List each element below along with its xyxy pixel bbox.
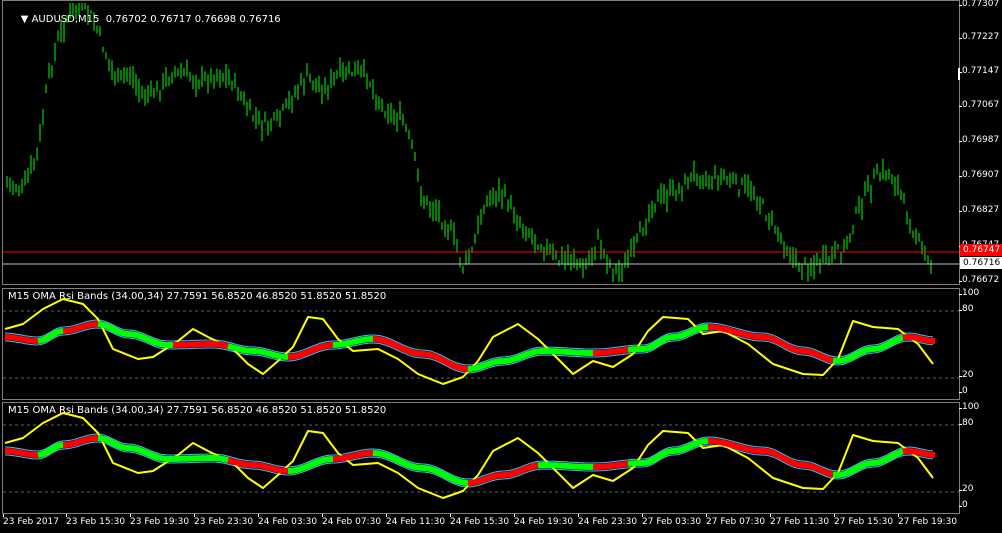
chart-header: ▼ AUDUSD,M15 0.76702 0.76717 0.76698 0.7… [8,3,281,36]
indicator-2-title: M15 OMA Rsi Bands (34.00,34) 27.7591 56.… [8,405,387,416]
time-tick-label: 24 Feb 19:30 [514,514,574,527]
oma-up-segment [832,334,904,365]
oma-down-segment [902,447,936,458]
price-chart-canvas[interactable] [3,1,959,284]
level-tick-label: 20 [958,484,974,494]
indicator-2-canvas[interactable] [3,403,959,513]
indicator-pane-1[interactable]: M15 OMA Rsi Bands (34.00,34) 27.7591 56.… [2,288,960,400]
red-line-price-tag: 0.76747 [960,244,1002,256]
level-tick-label: 80 [958,304,974,314]
price-tick-label: 0.76672 [958,275,1000,285]
oma-down-segment [62,321,99,334]
time-tick-label: 27 Feb 03:30 [642,514,702,527]
price-tick-label: 0.76827 [958,205,1000,215]
dropdown-triangle-icon[interactable]: ▼ [21,14,32,25]
price-tick-label: 0.77227 [958,32,1000,42]
oma-down-segment [593,460,629,470]
oma-up-segment [172,455,229,464]
price-tick-label: 0.77307 [958,0,1000,9]
oma-up-segment [627,438,709,467]
price-tick-label: 0.77067 [958,100,1000,110]
symbol-label: AUDUSD,M15 [31,14,100,25]
oma-up-segment [627,324,709,353]
chart-shift-marker[interactable] [958,68,960,80]
time-tick-label: 23 Feb 15:30 [66,514,126,527]
time-tick-label: 27 Feb 11:30 [770,514,830,527]
price-tick-label: 0.76907 [958,170,1000,180]
indicator-1-axis: 100 80 20 0 [958,288,1002,400]
indicator-1-canvas[interactable] [3,289,959,399]
oma-down-segment [593,346,629,356]
ohlc-values: 0.76702 0.76717 0.76698 0.76716 [105,14,281,25]
time-tick-label: 27 Feb 19:30 [898,514,958,527]
level-tick-label: 0 [959,500,968,510]
oma-down-segment [707,324,834,364]
time-tick-label: 24 Feb 07:30 [322,514,382,527]
oma-up-segment [537,462,593,470]
oma-up-segment [832,448,904,479]
oma-down-segment [4,448,39,458]
time-axis: 23 Feb 2017 23 Feb 15:30 23 Feb 19:30 23 Fe… [0,514,960,533]
level-tick-label: 80 [958,418,974,428]
price-tick-label: 0.77147 [958,66,1000,76]
level-tick-label: 0 [959,386,968,396]
time-tick-label: 23 Feb 19:30 [130,514,190,527]
indicator-2-axis: 100 80 20 0 [958,402,1002,514]
time-tick-label: 24 Feb 03:30 [258,514,318,527]
oma-down-segment [4,334,39,344]
indicator-1-title: M15 OMA Rsi Bands (34.00,34) 27.7591 56.… [8,291,387,302]
oma-down-segment [902,333,936,344]
level-tick-label: 20 [958,370,974,380]
level-tick-label: 100 [958,288,980,298]
time-tick-label: 27 Feb 07:30 [706,514,766,527]
time-tick-label: 23 Feb 2017 [3,514,60,527]
oma-down-segment [172,341,229,350]
level-tick-label: 100 [958,402,980,412]
price-axis: 0.77307 0.77227 0.77147 0.77067 0.76987 0.769… [958,0,1002,285]
time-tick-label: 24 Feb 15:30 [450,514,510,527]
time-tick-label: 24 Feb 11:30 [386,514,446,527]
current-price-tag: 0.76716 [960,257,1002,269]
oma-down-segment [62,435,99,448]
indicator-pane-2[interactable]: M15 OMA Rsi Bands (34.00,34) 27.7591 56.… [2,402,960,514]
price-tick-label: 0.76987 [958,135,1000,145]
price-chart-pane[interactable]: ▼ AUDUSD,M15 0.76702 0.76717 0.76698 0.7… [2,0,960,285]
oma-down-segment [707,438,834,478]
time-tick-label: 27 Feb 15:30 [834,514,894,527]
time-tick-label: 24 Feb 23:30 [578,514,638,527]
time-tick-label: 23 Feb 23:30 [194,514,254,527]
oma-up-segment [537,348,593,356]
